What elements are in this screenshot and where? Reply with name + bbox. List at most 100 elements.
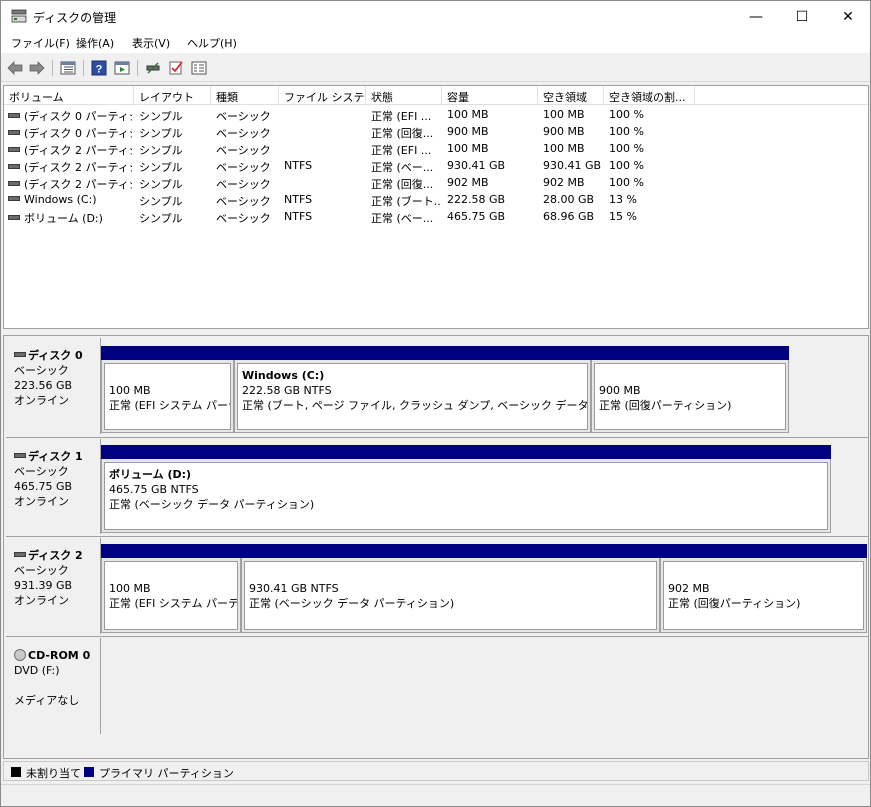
partition-disk0-windows-c[interactable]: Windows (C:) 222.58 GB NTFS 正常 (ブート, ページ… [234, 346, 591, 433]
cell-capacity-text: 902 MB [447, 176, 489, 189]
partition-type-bar [101, 346, 234, 360]
connect-button[interactable] [144, 59, 162, 77]
toolbar-separator [137, 60, 138, 76]
cdrom-0-label[interactable]: CD-ROM 0 DVD (F:) メディアなし [6, 638, 101, 734]
menu-action[interactable]: 操作(A) [76, 35, 114, 51]
cell-free-space: 100 MB [543, 108, 603, 121]
disk-0-label[interactable]: ディスク 0 ベーシック 223.56 GB オンライン [6, 338, 101, 434]
maximize-button[interactable]: ☐ [779, 1, 825, 32]
cell-filesystem-text: NTFS [284, 210, 313, 223]
cell-free-percent-text: 15 % [609, 210, 637, 223]
cell-volume-text: (ディスク 2 パーティシ... [24, 144, 132, 157]
volume-icon [8, 181, 20, 186]
cell-free-percent: 13 % [609, 193, 694, 206]
column-header-capacity[interactable]: 容量 [442, 86, 538, 104]
table-row[interactable]: (ディスク 2 パーティシ... シンプル ベーシック NTFS 正常 (ベー... 93… [4, 157, 868, 174]
disk-2-label[interactable]: ディスク 2 ベーシック 931.39 GB オンライン [6, 538, 101, 634]
disk-1-label[interactable]: ディスク 1 ベーシック 465.75 GB オンライン [6, 439, 101, 534]
cell-layout: シンプル [139, 159, 210, 175]
partition-disk2-data[interactable]: 930.41 GB NTFS 正常 (ベーシック データ パーティション) [241, 544, 660, 633]
partition-disk2-efi[interactable]: 100 MB 正常 (EFI システム パーティ [101, 544, 241, 633]
partition-type-bar [241, 544, 660, 558]
cell-capacity-text: 930.41 GB [447, 159, 506, 172]
table-row[interactable]: (ディスク 0 パーティシ... シンプル ベーシック 正常 (回復... 900 MB… [4, 123, 868, 140]
cell-free-space: 68.96 GB [543, 210, 603, 223]
disk-type: ベーシック [14, 465, 69, 478]
cell-capacity-text: 465.75 GB [447, 210, 506, 223]
partition-disk0-recovery[interactable]: 900 MB 正常 (回復パーティション) [591, 346, 789, 433]
cell-free-percent-text: 100 % [609, 142, 644, 155]
cell-volume-text: (ディスク 2 パーティシ... [24, 161, 132, 174]
cell-status-text: 正常 (EFI ... [371, 144, 432, 157]
disk-type: ベーシック [14, 564, 69, 577]
cell-free-percent-text: 100 % [609, 108, 644, 121]
check-icon [169, 61, 183, 75]
cell-layout-text: シンプル [139, 212, 183, 225]
partition-type-bar [101, 544, 241, 558]
column-header-layout[interactable]: レイアウト [134, 86, 211, 104]
table-row[interactable]: ボリューム (D:) シンプル ベーシック NTFS 正常 (ベー... 465.75 G… [4, 208, 868, 225]
menu-help[interactable]: ヘルプ(H) [187, 35, 237, 51]
legend-label-unallocated: 未割り当て [26, 767, 81, 780]
legend-swatch-primary [84, 767, 94, 777]
cell-layout-text: シンプル [139, 127, 183, 140]
properties-button[interactable] [190, 59, 208, 77]
cell-status: 正常 (EFI ... [371, 108, 441, 124]
table-row[interactable]: (ディスク 0 パーティシ... シンプル ベーシック 正常 (EFI ... 100 … [4, 106, 868, 123]
cell-type: ベーシック [216, 193, 278, 209]
disk-icon [14, 453, 26, 458]
check-button[interactable] [167, 59, 185, 77]
cell-free-percent-text: 100 % [609, 176, 644, 189]
view-icon [114, 61, 130, 75]
minimize-button[interactable]: — [733, 1, 779, 32]
column-header-free-percent[interactable]: 空き領域の割... [604, 86, 695, 104]
cell-volume: (ディスク 2 パーティシ... [8, 176, 132, 192]
connect-icon [146, 62, 160, 74]
table-row[interactable]: (ディスク 2 パーティシ... シンプル ベーシック 正常 (回復... 902 MB… [4, 174, 868, 191]
cell-filesystem: NTFS [284, 210, 365, 223]
cell-type-text: ベーシック [216, 195, 271, 208]
volume-icon [8, 113, 20, 118]
partition-disk2-recovery[interactable]: 902 MB 正常 (回復パーティション) [660, 544, 867, 633]
back-button[interactable] [6, 59, 24, 77]
menu-view[interactable]: 表示(V) [132, 35, 170, 51]
column-header-free-space[interactable]: 空き領域 [538, 86, 604, 104]
table-row[interactable]: Windows (C:) シンプル ベーシック NTFS 正常 (ブート... 222.5… [4, 191, 868, 208]
cell-volume: (ディスク 2 パーティシ... [8, 142, 132, 158]
partition-size: 100 MB [109, 582, 151, 595]
forward-button[interactable] [28, 59, 46, 77]
cell-volume-text: Windows (C:) [24, 193, 97, 206]
cell-free-percent: 100 % [609, 159, 694, 172]
cell-free-space: 100 MB [543, 142, 603, 155]
partition-size: 100 MB [109, 384, 151, 397]
disk-management-app-icon [11, 9, 27, 23]
menu-file[interactable]: ファイル(F) [11, 35, 70, 51]
cell-layout: シンプル [139, 193, 210, 209]
table-row[interactable]: (ディスク 2 パーティシ... シンプル ベーシック 正常 (EFI ... 100 … [4, 140, 868, 157]
disk-list-button[interactable] [59, 59, 77, 77]
toolbar-separator [83, 60, 84, 76]
partition-size: 222.58 GB NTFS [242, 384, 332, 397]
column-header-status[interactable]: 状態 [366, 86, 442, 104]
column-header-volume[interactable]: ボリューム [4, 86, 134, 104]
partition-disk0-efi[interactable]: 100 MB 正常 (EFI システム パーテ [101, 346, 234, 433]
view-button[interactable] [113, 59, 131, 77]
cell-free-percent: 100 % [609, 176, 694, 189]
cell-free-percent-text: 100 % [609, 159, 644, 172]
partition-size: 900 MB [599, 384, 641, 397]
cell-volume-text: (ディスク 2 パーティシ... [24, 178, 132, 191]
cell-status: 正常 (ベー... [371, 159, 441, 175]
column-header-filesystem[interactable]: ファイル システム [279, 86, 366, 104]
help-button[interactable]: ? [90, 59, 108, 77]
close-button[interactable]: ✕ [825, 1, 871, 32]
cell-status-text: 正常 (EFI ... [371, 110, 432, 123]
partition-disk1-volume-d[interactable]: ボリューム (D:) 465.75 GB NTFS 正常 (ベーシック データ … [101, 445, 831, 533]
partition-status: 正常 (回復パーティション) [668, 597, 801, 610]
cell-type-text: ベーシック [216, 212, 271, 225]
cell-layout: シンプル [139, 176, 210, 192]
disk-size: 223.56 GB [14, 379, 73, 392]
partition-size: 930.41 GB NTFS [249, 582, 339, 595]
cell-layout: シンプル [139, 108, 210, 124]
cell-free-space: 930.41 GB [543, 159, 603, 172]
column-header-type[interactable]: 種類 [211, 86, 279, 104]
